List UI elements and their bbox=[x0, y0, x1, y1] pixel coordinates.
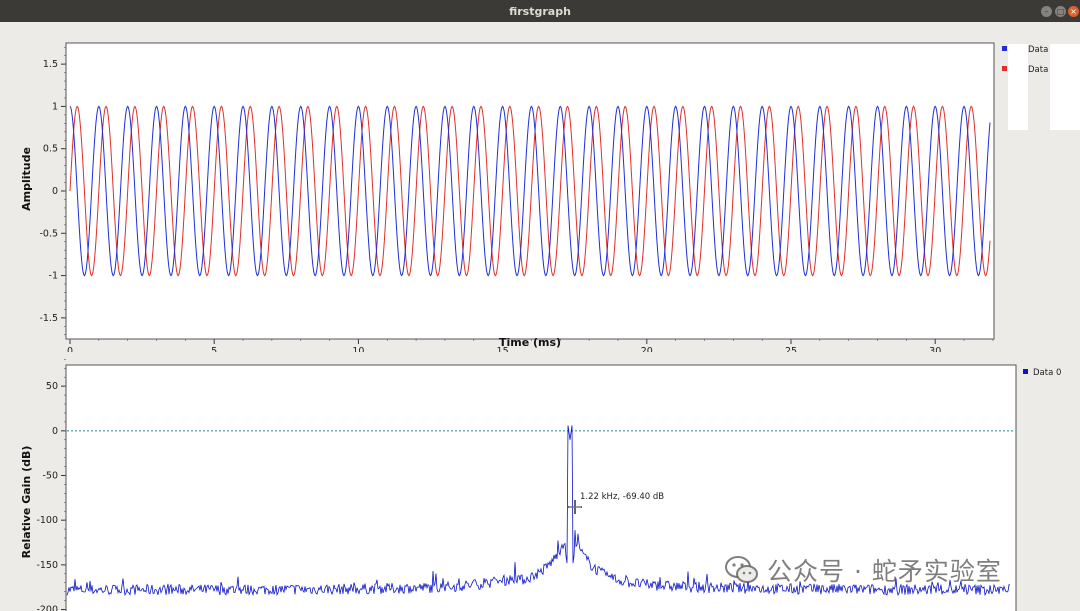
watermark: 公众号 · 蛇矛实验室 bbox=[725, 550, 1002, 590]
time-plot[interactable]: 1.510.50-0.5-1-1.5 0 5 10 15 20 25 30 Amplitud… bbox=[0, 22, 1080, 352]
legend-swatch-ch1[interactable] bbox=[1002, 66, 1007, 71]
minimize-icon: – bbox=[1044, 7, 1049, 16]
wechat-icon bbox=[725, 555, 759, 585]
y-tick-label: 0.5 bbox=[43, 144, 58, 155]
window-title: firstgraph bbox=[509, 5, 571, 18]
y-tick-label: -100 bbox=[36, 515, 58, 526]
legend-swatch-fft[interactable] bbox=[1023, 369, 1028, 374]
maximize-button[interactable]: □ bbox=[1055, 6, 1066, 17]
watermark-text: 公众号 · 蛇矛实验室 bbox=[767, 557, 1002, 586]
y-tick-label: 1 bbox=[52, 101, 58, 112]
y-tick-label: -0.5 bbox=[39, 228, 58, 239]
time-y-axis: 1.5 1 0.5 0 -0.5 -1 -1.5 bbox=[39, 46, 66, 336]
y-tick-label: -50 bbox=[42, 471, 58, 482]
y-tick-label: -200 bbox=[36, 605, 58, 611]
y-tick-label: -150 bbox=[36, 560, 58, 571]
window-titlebar: firstgraph – □ × bbox=[0, 0, 1080, 22]
freq-legend-label[interactable]: Data 0 bbox=[1033, 368, 1061, 378]
marker-label: 1.22 kHz, -69.40 dB bbox=[580, 492, 664, 502]
freq-ylabel: Relative Gain (dB) bbox=[20, 446, 33, 559]
y-tick-label: 50 bbox=[46, 381, 58, 392]
time-ylabel: Amplitude bbox=[20, 147, 33, 211]
maximize-icon: □ bbox=[1056, 7, 1065, 16]
time-plot-canvas[interactable] bbox=[65, 42, 995, 340]
legend-swatch-ch0[interactable] bbox=[1002, 46, 1007, 51]
y-tick-label: 1.5 bbox=[43, 59, 58, 70]
y-tick-label: -1.5 bbox=[39, 313, 58, 324]
time-xlabel: Time (ms) bbox=[499, 336, 561, 349]
time-legend-panel bbox=[1008, 44, 1028, 130]
close-icon: × bbox=[1070, 7, 1077, 16]
y-tick-label: 0 bbox=[52, 426, 58, 437]
minimize-button[interactable]: – bbox=[1041, 6, 1052, 17]
y-tick-label: 0 bbox=[52, 186, 58, 197]
close-button[interactable]: × bbox=[1068, 6, 1079, 17]
freq-y-axis: 100500-50-100-150-200 bbox=[36, 359, 66, 611]
y-tick-label: -1 bbox=[49, 271, 58, 282]
time-legend-mask bbox=[1050, 44, 1080, 130]
